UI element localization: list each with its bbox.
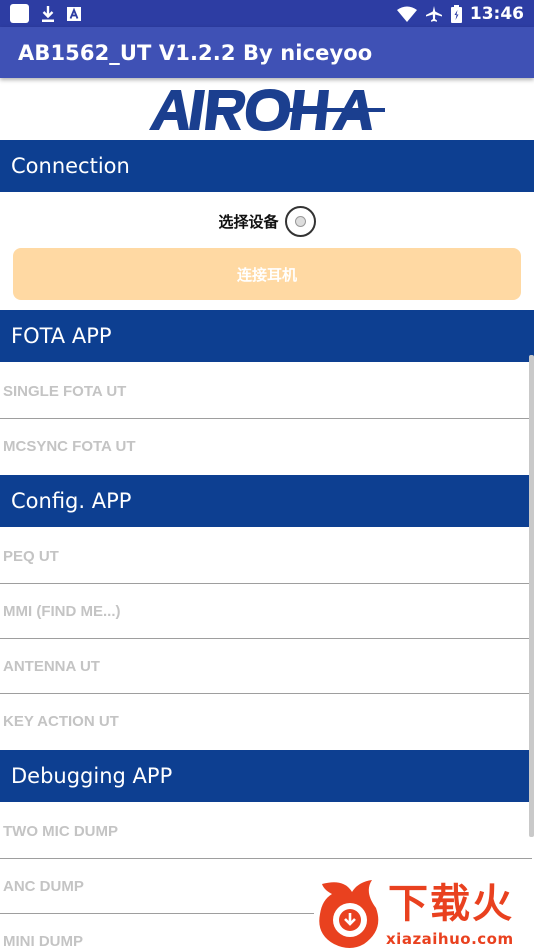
status-time: 13:46 [469,3,524,24]
list-item-peq[interactable]: PEQ UT [0,529,532,584]
section-title-connection: Connection [11,154,130,178]
status-bar-left [10,4,81,23]
section-title-fota: FOTA APP [11,324,112,348]
section-header-config: Config. APP [0,475,534,527]
list-item-two-mic-dump[interactable]: TWO MIC DUMP [0,804,532,859]
section-header-debugging: Debugging APP [0,750,534,802]
list-item-key-action[interactable]: KEY ACTION UT [0,694,532,749]
battery-icon [450,4,462,23]
download-icon [42,5,54,22]
watermark-brand: 下载火 [388,881,514,927]
status-bar-right: 13:46 [396,3,524,24]
select-device-label: 选择设备 [218,212,279,231]
list-item-antenna[interactable]: ANTENNA UT [0,639,532,694]
watermark: 下载火 xiazaihuo.com [314,878,534,950]
select-device-row[interactable]: 选择设备 [0,204,534,238]
list-item-anc-dump[interactable]: ANC DUMP [0,859,314,914]
list-item-single-fota[interactable]: SINGLE FOTA UT [0,364,532,419]
list-item-mcsync-fota[interactable]: MCSYNC FOTA UT [0,419,532,474]
watermark-url: xiazaihuo.com [386,930,514,948]
app-title: AB1562_UT V1.2.2 By niceyoo [18,40,373,65]
a-badge-icon [67,6,81,21]
section-header-fota: FOTA APP [0,310,534,362]
section-title-config: Config. APP [11,489,132,513]
notification-square-icon [10,4,29,23]
airoha-logo [149,89,385,131]
select-device-radio[interactable] [284,205,316,237]
radio-dot-icon [294,215,306,227]
connect-headset-button[interactable]: 连接耳机 [13,248,521,300]
airplane-icon [425,5,442,22]
app-bar: AB1562_UT V1.2.2 By niceyoo [0,27,534,78]
section-header-connection: Connection [0,140,534,192]
scrollbar[interactable] [529,355,534,837]
wifi-icon [396,6,417,22]
section-title-debugging: Debugging APP [11,764,173,788]
status-bar: 13:46 [0,0,534,27]
list-item-mmi-find-me[interactable]: MMI (FIND ME...) [0,584,532,639]
logo-area [0,80,534,140]
flame-logo-icon [319,880,379,948]
